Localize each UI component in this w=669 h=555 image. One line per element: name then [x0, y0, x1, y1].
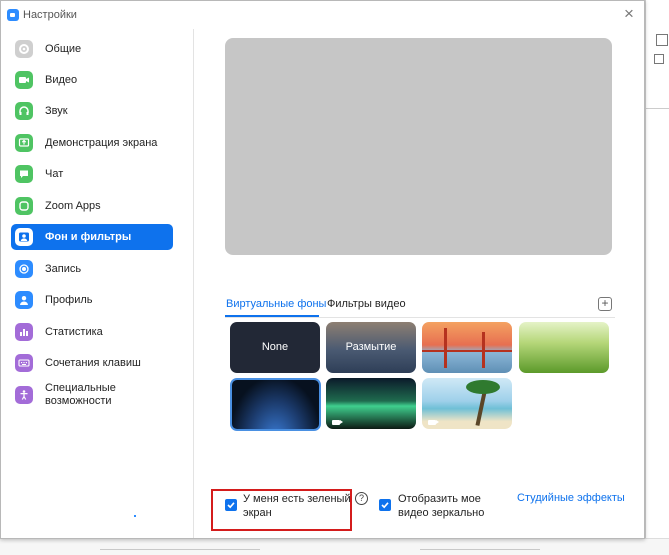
video-badge-icon [332, 420, 343, 425]
sidebar-item-accessibility[interactable]: Специальные возможности [11, 378, 173, 412]
sidebar-item-label: Сочетания клавиш [45, 357, 141, 369]
green-screen-label: У меня есть зеленый экран [243, 493, 351, 519]
sidebar-item-share-screen[interactable]: Демонстрация экрана [11, 130, 173, 156]
accessibility-icon [15, 386, 33, 404]
background-option-none[interactable]: None [230, 322, 320, 373]
zoom-logo-icon [7, 9, 19, 21]
sidebar-item-label: Zoom Apps [45, 200, 101, 212]
background-option-earth[interactable] [230, 378, 321, 431]
profile-icon [15, 291, 33, 309]
background-option-beach[interactable] [422, 378, 512, 429]
sidebar-item-profile[interactable]: Профиль [11, 287, 173, 313]
tab-video-filters[interactable]: Фильтры видео [327, 298, 406, 310]
sidebar-item-general[interactable]: Общие [11, 36, 173, 62]
sidebar-item-label: Общие [45, 43, 82, 55]
share-screen-icon [15, 134, 33, 152]
keyboard-icon [15, 354, 33, 372]
background-option-golden-gate[interactable] [422, 322, 512, 373]
headphones-icon [15, 102, 33, 120]
video-badge-icon [428, 420, 439, 425]
sidebar-item-keyboard-shortcuts[interactable]: Сочетания клавиш [11, 350, 173, 376]
bridge-tower [444, 328, 447, 368]
background-taskbar-strip [0, 538, 669, 555]
title-bar: Настройки × [1, 1, 644, 29]
sidebar-item-label: Чат [45, 168, 64, 180]
sidebar-item-zoom-apps[interactable]: Zoom Apps [11, 193, 173, 219]
video-camera-icon [15, 71, 33, 89]
divider [100, 549, 260, 550]
sidebar-item-video[interactable]: Видео [11, 67, 173, 93]
background-portrait-icon [15, 228, 33, 246]
sidebar-item-label: Запись [45, 263, 82, 275]
background-option-aurora[interactable] [326, 378, 416, 429]
zoom-apps-icon [15, 197, 33, 215]
background-tabs: Виртуальные фоны Фильтры видео [225, 295, 615, 318]
palm-leaves [466, 380, 500, 394]
settings-sidebar: Общие Видео Звук Демонстрация экрана Чат [1, 29, 194, 538]
camera-preview [225, 38, 612, 255]
restore-window-icon[interactable] [656, 34, 668, 46]
sidebar-item-chat[interactable]: Чат [11, 161, 173, 187]
window-title: Настройки [23, 9, 77, 21]
add-background-icon[interactable]: + [598, 297, 612, 311]
help-icon[interactable]: ? [355, 492, 368, 505]
background-option-label: None [261, 341, 289, 353]
background-option-label: Размытие [345, 341, 397, 353]
sidebar-item-label: Звук [45, 105, 68, 117]
background-option-blur[interactable]: Размытие [326, 322, 416, 373]
mirror-video-label: Отобразить мое видео зеркально [398, 493, 485, 519]
studio-effects-link[interactable]: Студийные эффекты [517, 492, 625, 504]
settings-window: Настройки × Общие Видео Звук Демонстраци… [0, 0, 645, 539]
scroll-indicator [134, 515, 136, 517]
sidebar-item-background-filters[interactable]: Фон и фильтры [11, 224, 173, 250]
tab-virtual-backgrounds[interactable]: Виртуальные фоны [226, 298, 326, 310]
sidebar-item-label: Видео [45, 74, 78, 86]
checkbox-icon[interactable] [654, 54, 664, 64]
sidebar-item-label: Фон и фильтры [45, 231, 132, 243]
sidebar-item-recording[interactable]: Запись [11, 256, 173, 282]
divider [420, 549, 540, 550]
sidebar-item-statistics[interactable]: Статистика [11, 319, 173, 345]
chat-bubble-icon [15, 165, 33, 183]
green-screen-checkbox[interactable] [225, 499, 237, 511]
divider [646, 108, 669, 109]
active-tab-indicator [225, 315, 319, 317]
background-filters-panel: Виртуальные фоны Фильтры видео + None Ра… [194, 29, 643, 538]
sidebar-item-label: Специальные возможности [45, 382, 116, 407]
background-app-panel [645, 0, 669, 554]
sidebar-item-label: Демонстрация экрана [45, 137, 158, 149]
close-icon[interactable]: × [619, 4, 639, 24]
bridge-tower [482, 332, 485, 368]
sidebar-item-audio[interactable]: Звук [11, 98, 173, 124]
gear-icon [15, 40, 33, 58]
statistics-icon [15, 323, 33, 341]
sidebar-item-label: Статистика [45, 326, 103, 338]
mirror-video-checkbox[interactable] [379, 499, 391, 511]
sidebar-item-label: Профиль [45, 294, 93, 306]
background-option-grass[interactable] [519, 322, 609, 373]
bridge-deck [422, 350, 512, 352]
record-icon [15, 260, 33, 278]
